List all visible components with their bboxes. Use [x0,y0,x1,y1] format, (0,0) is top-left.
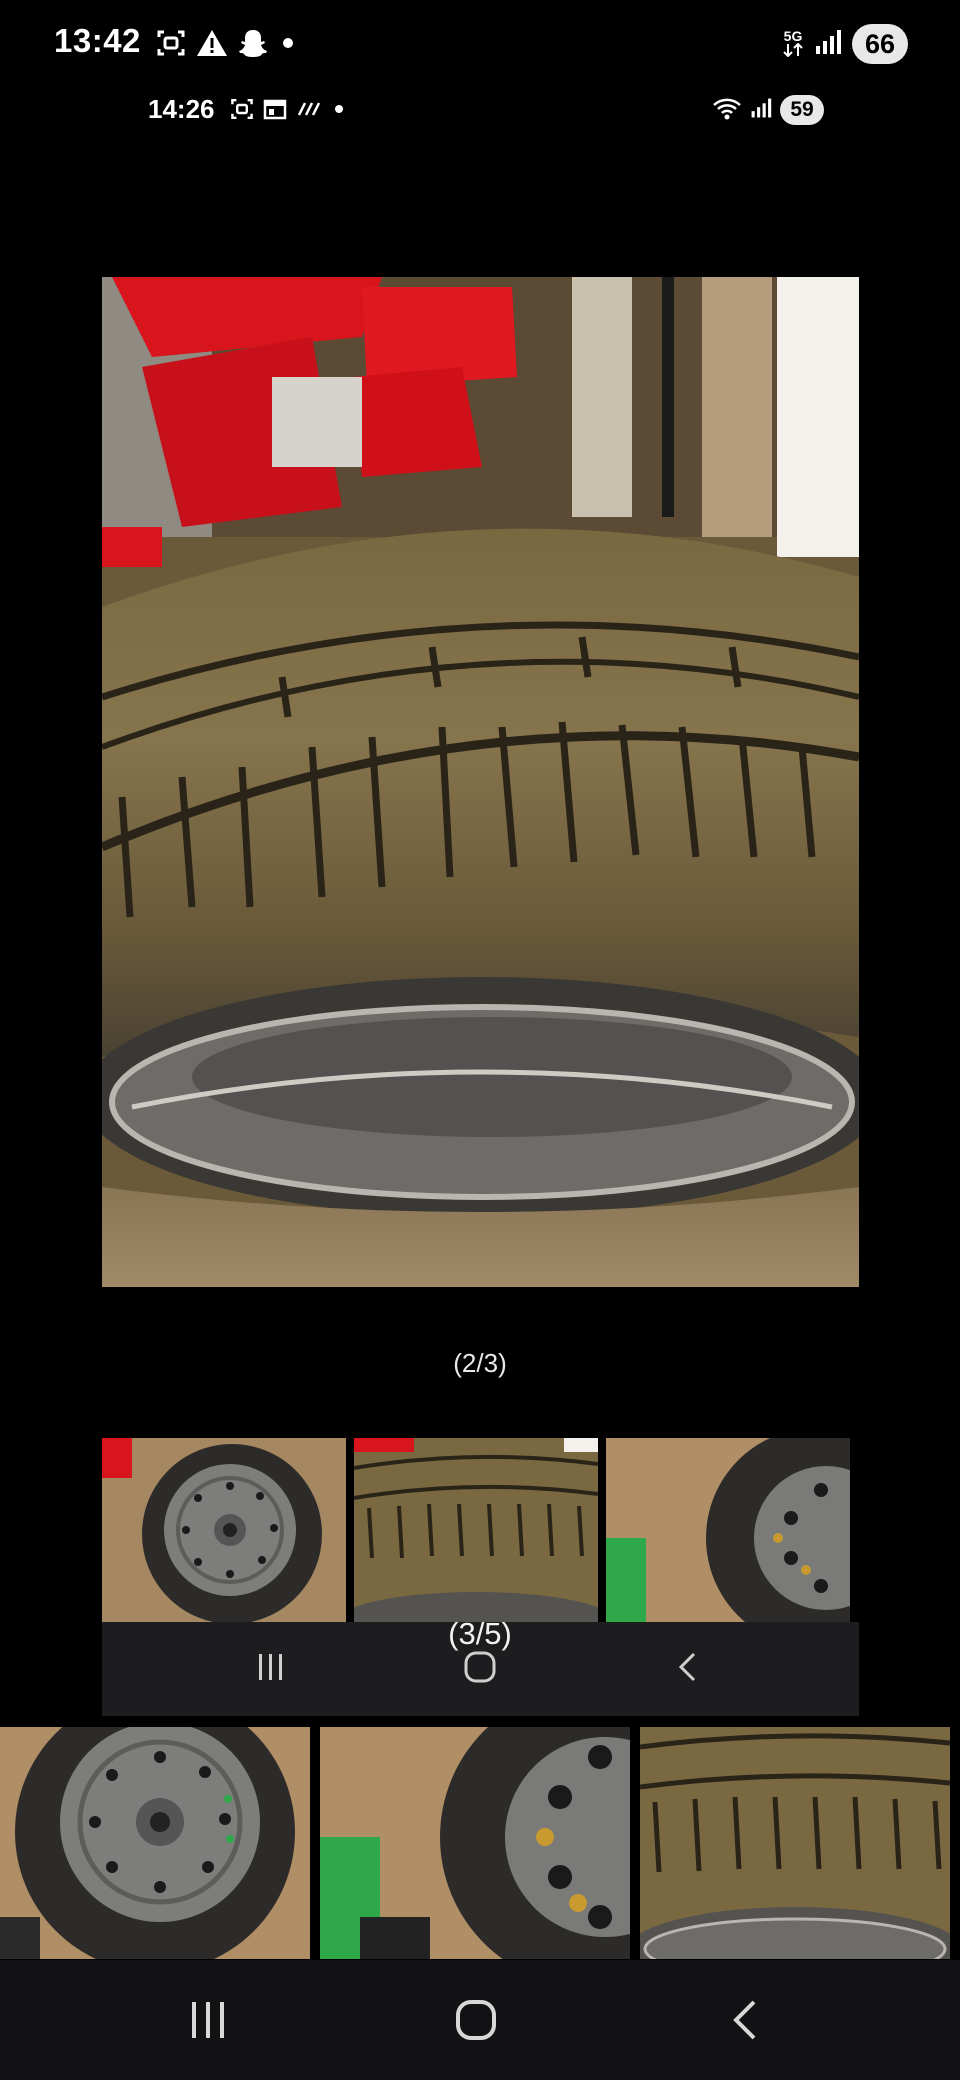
main-photo[interactable] [102,277,859,1287]
notification-dot-icon [331,101,347,122]
inner-status-notification-icons [230,97,347,125]
network-type-label: 5G [782,29,804,59]
home-icon[interactable] [454,1998,498,2047]
outer-thumbnail-strip [0,1727,960,1959]
tire-tread-photo-icon [354,1438,598,1622]
navigation-bar [0,1960,960,2080]
tire-tread-photo-icon [640,1727,950,1959]
calendar-icon [263,98,287,125]
thumbnail-2[interactable] [354,1438,598,1622]
screenshot-icon [156,28,186,63]
recent-apps-icon[interactable] [254,1650,288,1689]
thumbnail-3[interactable] [606,1438,850,1622]
back-icon[interactable] [724,1998,768,2047]
tire-tread-photo-icon [102,277,859,1287]
inner-battery-badge: 59 [780,95,824,125]
steel-wheel-photo-icon [0,1727,310,1959]
screenshot-icon [230,97,254,126]
snapchat-icon [238,28,268,63]
inner-status-system-icons: 59 [712,94,824,126]
thumbnail-1[interactable] [102,1438,346,1622]
status-time: 13:42 [54,22,141,59]
outer-thumbnail-3[interactable] [640,1727,950,1959]
outer-thumbnail-1[interactable] [0,1727,310,1959]
inner-photo-counter: (3/5) [448,1616,512,1651]
signal-icon [814,28,842,61]
wifi-icon [712,96,742,125]
notification-dot-icon [278,33,298,58]
signal-icon [750,97,772,124]
back-icon[interactable] [672,1650,706,1689]
home-icon[interactable] [463,1650,497,1689]
inner-thumbnail-strip [102,1438,854,1622]
recent-apps-icon[interactable] [186,1998,230,2047]
tire-sidewall-photo-icon [320,1727,630,1959]
tire-sidewall-photo-icon [606,1438,850,1622]
battery-badge: 66 [852,24,908,64]
status-notification-icons [156,28,298,62]
inner-status-time: 14:26 [148,94,215,124]
photo-counter: (2/3) [453,1348,507,1378]
outer-thumbnail-2[interactable] [320,1727,630,1959]
status-system-icons: 5G 66 [782,24,908,64]
warning-icon [196,28,228,63]
steel-wheel-photo-icon [102,1438,346,1622]
dots-icon [296,100,322,123]
